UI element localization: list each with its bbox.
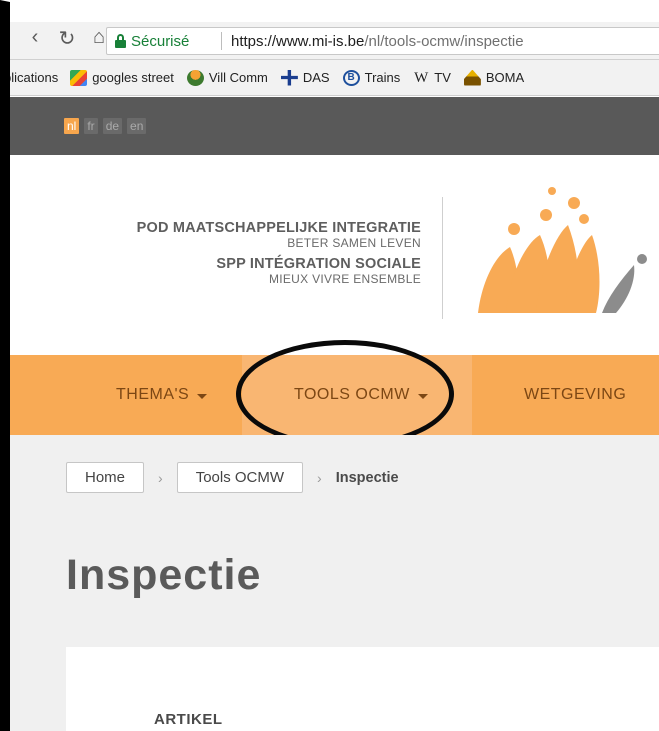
das-icon xyxy=(280,69,298,86)
nav-tools-ocmw[interactable]: TOOLS OCMW xyxy=(242,355,472,435)
bookmark-applications[interactable]: plications xyxy=(10,70,58,85)
org-logo[interactable] xyxy=(458,185,659,315)
bookmarks-bar: plications googles street Vill Comm DAS … xyxy=(10,60,659,96)
bookmark-label: plications xyxy=(10,70,59,85)
org-name-nl: POD MAATSCHAPPELIJKE INTEGRATIE xyxy=(136,220,421,236)
boma-icon xyxy=(463,69,481,86)
org-tagline-nl: BETER SAMEN LEVEN xyxy=(287,236,421,250)
bookmark-label: Vill Comm xyxy=(208,70,268,85)
url-field[interactable]: Sécurisé https://www.mi-is.be/nl/tools-o… xyxy=(106,27,659,55)
browser-nav-buttons: ‹ ↻ ⌂ xyxy=(24,26,110,51)
bookmark-label: Trains xyxy=(364,70,401,85)
language-bar: nl fr de en xyxy=(10,97,659,155)
breadcrumb-home[interactable]: Home xyxy=(66,462,145,493)
org-name-fr: SPP INTÉGRATION SOCIALE xyxy=(216,256,421,272)
lock-icon xyxy=(115,34,126,48)
bookmark-label: DAS xyxy=(302,70,330,85)
site-header: POD MAATSCHAPPELIJKE INTEGRATIE BETER SA… xyxy=(10,155,659,355)
article-card: ARTIKEL xyxy=(66,647,659,731)
org-tagline-fr: MIEUX VIVRE ENSEMBLE xyxy=(268,272,421,286)
village-icon xyxy=(186,69,204,86)
org-name-block[interactable]: POD MAATSCHAPPELIJKE INTEGRATIE BETER SA… xyxy=(137,220,421,292)
bookmark-vill-comm[interactable]: Vill Comm xyxy=(186,69,268,86)
page-content: Home › Tools OCMW › Inspectie Inspectie … xyxy=(10,435,659,731)
back-arrow-icon[interactable]: ‹ xyxy=(24,26,46,51)
language-switcher: nl fr de en xyxy=(64,118,147,134)
breadcrumb-tools-ocmw[interactable]: Tools OCMW xyxy=(176,462,304,493)
bookmark-tv[interactable]: W TV xyxy=(413,70,451,86)
reload-icon[interactable]: ↻ xyxy=(56,26,78,51)
chevron-down-icon xyxy=(417,393,428,399)
nav-wetgeving[interactable]: WETGEVING xyxy=(524,355,626,435)
bookmark-label: BOMA xyxy=(485,70,525,85)
address-bar: ‹ ↻ ⌂ Sécurisé https://www.mi-is.be/nl/t… xyxy=(10,22,659,60)
header-divider xyxy=(442,197,443,319)
maps-icon xyxy=(70,69,88,86)
bookmark-googles-street[interactable]: googles street xyxy=(70,69,174,86)
lang-en[interactable]: en xyxy=(127,118,147,134)
chevron-right-icon: › xyxy=(317,469,322,486)
bookmark-boma[interactable]: BOMA xyxy=(463,69,525,86)
url-host: https://www.mi-is.be xyxy=(231,33,365,50)
breadcrumb: Home › Tools OCMW › Inspectie xyxy=(66,462,399,493)
trains-icon: B xyxy=(342,69,360,86)
wikipedia-icon: W xyxy=(414,69,429,86)
bookmark-label: googles street xyxy=(92,70,174,85)
bookmark-label: TV xyxy=(434,70,451,85)
lang-de[interactable]: de xyxy=(102,118,123,134)
nav-tools-label: TOOLS OCMW xyxy=(294,386,410,403)
url-separator xyxy=(221,32,222,50)
bookmark-trains[interactable]: B Trains xyxy=(342,69,401,86)
breadcrumb-current: Inspectie xyxy=(335,469,399,486)
article-label: ARTIKEL xyxy=(154,711,223,728)
chevron-down-icon xyxy=(197,393,208,399)
url-path: /nl/tools-ocmw/inspectie xyxy=(364,33,524,50)
chevron-right-icon: › xyxy=(158,469,163,486)
bookmark-das[interactable]: DAS xyxy=(280,69,330,86)
page-title: Inspectie xyxy=(66,551,262,599)
nav-wetgeving-label: WETGEVING xyxy=(524,386,627,403)
nav-themas-label: THEMA'S xyxy=(116,386,190,403)
secure-label: Sécurisé xyxy=(131,33,190,50)
lang-nl[interactable]: nl xyxy=(64,118,80,134)
main-navigation: THEMA'S TOOLS OCMW WETGEVING xyxy=(10,355,659,435)
nav-themas[interactable]: THEMA'S xyxy=(116,355,208,435)
lang-fr[interactable]: fr xyxy=(84,118,98,134)
url-text: https://www.mi-is.be/nl/tools-ocmw/inspe… xyxy=(231,33,524,50)
